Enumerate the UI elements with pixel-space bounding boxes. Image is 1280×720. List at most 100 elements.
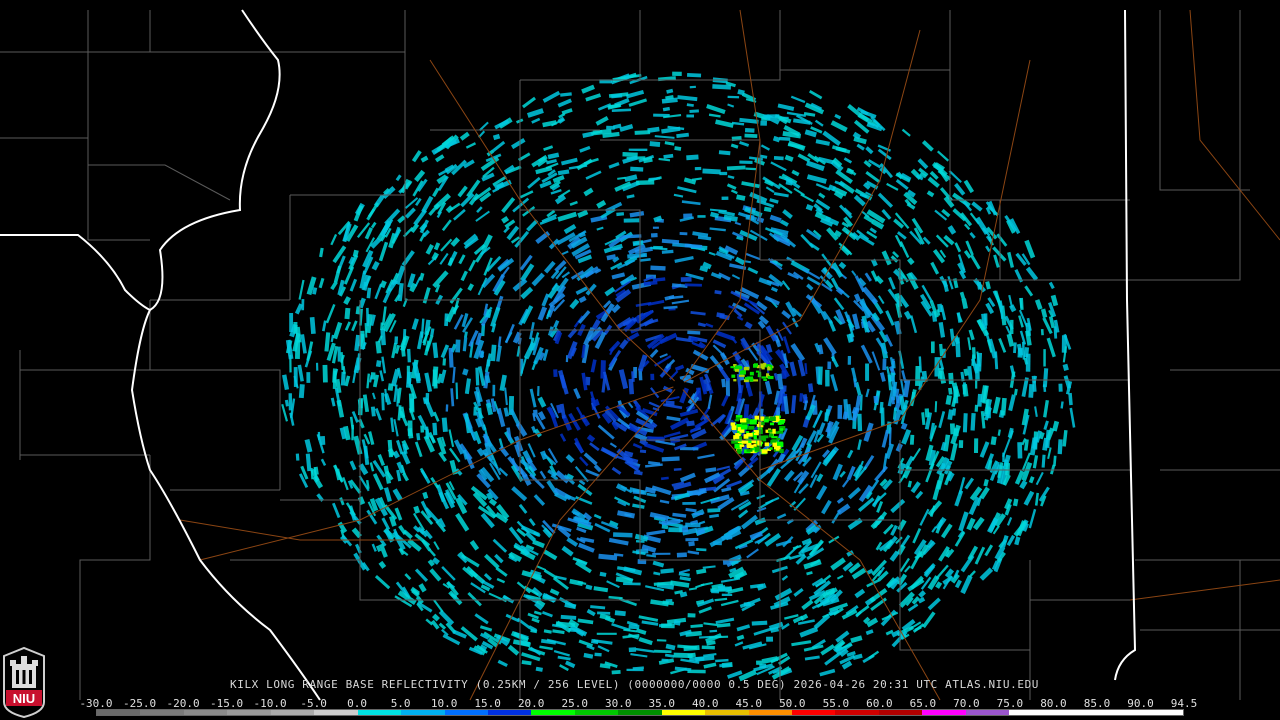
echo-gate xyxy=(420,425,425,433)
echo-gate xyxy=(636,180,655,186)
echo-gate xyxy=(782,385,787,392)
scale-swatch xyxy=(140,710,184,715)
caption-datetime: 2026-04-26 20:31 UTC xyxy=(793,678,938,691)
echo-gate xyxy=(661,658,669,662)
scale-swatch xyxy=(922,710,966,715)
echo-gate xyxy=(837,404,843,419)
echo-gate xyxy=(537,385,540,396)
echo-gate xyxy=(818,366,823,385)
echo-gate xyxy=(442,358,447,366)
echo-gate xyxy=(847,355,852,365)
color-scale-labels: -30.0 -25.0 -20.0 -15.0 -10.0 -5.0 0.0 5.0 10.0 1… xyxy=(79,697,1200,710)
echo-gate-core xyxy=(735,417,741,421)
echo-gate xyxy=(977,393,983,407)
echo-gate xyxy=(289,312,294,333)
echo-gate xyxy=(652,226,659,229)
echo-gate xyxy=(880,407,885,426)
echo-gate xyxy=(685,522,701,528)
echo-gate xyxy=(1040,328,1044,336)
echo-gate xyxy=(976,352,983,372)
echo-gate-core xyxy=(753,443,757,447)
echo-gate xyxy=(661,623,675,629)
echo-gate xyxy=(344,307,351,320)
echo-gate xyxy=(1028,384,1035,398)
echo-gate xyxy=(679,232,688,236)
echo-gate xyxy=(958,440,964,448)
echo-gate xyxy=(680,276,692,282)
echo-gate xyxy=(827,361,832,370)
echo-gate-core xyxy=(776,441,783,446)
echo-gate-core xyxy=(738,374,745,377)
product-caption: KILX LONG RANGE BASE REFLECTIVITY (0.25K… xyxy=(230,678,1039,691)
scale-swatch xyxy=(357,710,402,715)
echo-gate xyxy=(1058,383,1063,392)
echo-gate xyxy=(394,336,399,345)
echo-gate xyxy=(445,404,449,412)
scale-swatch xyxy=(1009,710,1053,715)
echo-gate xyxy=(719,171,728,176)
echo-gate xyxy=(686,72,702,78)
echo-gate xyxy=(727,95,740,99)
scale-swatch xyxy=(97,710,141,715)
echo-gate xyxy=(973,438,979,453)
echo-gate-core xyxy=(767,375,774,380)
echo-gate xyxy=(611,669,621,675)
echo-gate-core xyxy=(730,422,736,426)
echo-gate-core xyxy=(733,435,740,439)
echo-gate xyxy=(760,120,768,126)
echo-gate xyxy=(432,422,438,436)
echo-gate xyxy=(623,218,640,223)
echo-gate xyxy=(650,232,658,238)
echo-gate xyxy=(654,649,672,654)
echo-gate xyxy=(375,360,382,368)
niu-logo-text: NIU xyxy=(13,691,35,706)
echo-gate xyxy=(661,456,680,462)
echo-gate-core xyxy=(752,379,759,382)
scale-swatch xyxy=(1096,710,1140,715)
echo-gate xyxy=(473,406,477,416)
scale-swatch xyxy=(401,710,445,715)
echo-gate-core xyxy=(768,429,772,433)
echo-gate xyxy=(721,593,733,596)
echo-gate xyxy=(697,215,706,218)
echo-gate xyxy=(702,168,721,175)
echo-gate-core xyxy=(777,430,784,434)
echo-gate-core xyxy=(741,370,746,374)
echo-gate xyxy=(686,154,699,161)
echo-gate xyxy=(351,424,354,441)
echo-gate-core xyxy=(754,415,760,420)
echo-gate xyxy=(676,552,687,558)
echo-gate xyxy=(949,423,956,435)
niu-logo: NIU xyxy=(3,646,45,718)
scale-swatch xyxy=(183,710,228,715)
echo-gate xyxy=(766,636,774,642)
echo-gate xyxy=(623,582,641,586)
echo-gate xyxy=(668,527,683,533)
echo-gate-core xyxy=(779,448,784,454)
echo-gate xyxy=(1019,297,1024,311)
echo-gate xyxy=(909,434,915,445)
echo-gate xyxy=(745,167,757,171)
echo-gate-core xyxy=(734,443,740,449)
echo-gate xyxy=(687,613,696,618)
echo-gate xyxy=(975,379,978,389)
scale-swatch xyxy=(1139,710,1183,715)
echo-gate-core xyxy=(731,425,737,431)
echo-gate xyxy=(971,347,976,359)
echo-gate xyxy=(689,109,699,113)
echo-gate-core xyxy=(775,448,780,451)
echo-gate-core xyxy=(776,437,781,441)
echo-gate xyxy=(492,384,496,397)
echo-gate xyxy=(652,552,671,555)
echo-gate-core xyxy=(761,421,765,426)
echo-gate xyxy=(711,589,720,594)
echo-gate xyxy=(857,413,863,432)
scale-swatch xyxy=(227,710,271,715)
echo-gate-core xyxy=(753,432,759,436)
scale-swatch xyxy=(748,710,792,715)
echo-gate xyxy=(366,307,370,327)
echo-gate-core xyxy=(737,427,741,432)
caption-product: LONG RANGE BASE REFLECTIVITY xyxy=(266,678,469,691)
echo-gate xyxy=(773,155,784,161)
echo-gate xyxy=(673,652,693,659)
